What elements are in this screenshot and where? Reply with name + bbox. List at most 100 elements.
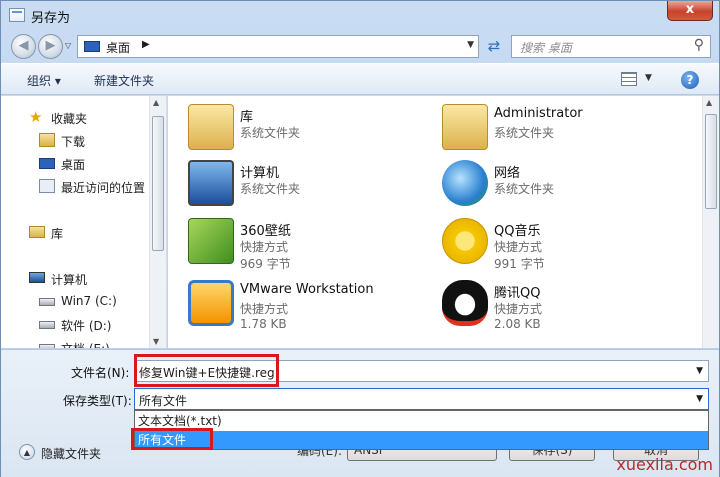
- file-name: 360壁纸: [240, 224, 291, 239]
- arrow-left-icon: ◀: [18, 38, 29, 53]
- file-item[interactable]: 网络 系统文件夹: [422, 156, 672, 212]
- file-type: 系统文件夹: [240, 126, 301, 140]
- nav-item-label: 计算机: [51, 273, 88, 287]
- nav-scroll-thumb[interactable]: [152, 116, 164, 251]
- help-icon[interactable]: ?: [681, 71, 699, 89]
- file-size: 1.78 KB: [240, 317, 287, 331]
- drive-icon: [39, 298, 55, 306]
- nav-scrollbar[interactable]: ▲ ▼: [149, 96, 166, 348]
- file-size: 991 字节: [494, 257, 545, 271]
- back-button[interactable]: ◀: [11, 34, 36, 59]
- filetype-value: 所有文件: [139, 394, 188, 408]
- file-type: 快捷方式: [240, 240, 289, 254]
- filename-label: 文件名(N):: [71, 366, 130, 380]
- filetype-label: 保存类型(T):: [63, 394, 132, 408]
- nav-item-label: 收藏夹: [51, 112, 88, 126]
- drive-icon: [39, 321, 55, 329]
- file-item[interactable]: Administrator 系统文件夹: [422, 100, 672, 156]
- forward-button[interactable]: ▶: [38, 34, 63, 59]
- file-type: 快捷方式: [494, 240, 543, 254]
- file-type: 系统文件夹: [240, 182, 301, 196]
- option-text-document[interactable]: 文本文档(*.txt): [135, 412, 708, 430]
- file-size: 969 字节: [240, 257, 291, 271]
- vmware-icon: [188, 280, 234, 326]
- file-type: 快捷方式: [240, 302, 289, 316]
- file-name: 腾讯QQ: [494, 286, 541, 301]
- hide-folders-label: 隐藏文件夹: [41, 447, 102, 461]
- nav-item-label: 桌面: [61, 158, 86, 172]
- star-icon: ★: [29, 108, 43, 126]
- download-folder-icon: [39, 133, 55, 147]
- file-name: 计算机: [240, 166, 280, 181]
- file-item[interactable]: QQ音乐 快捷方式 991 字节: [422, 214, 672, 271]
- filename-highlight-box: [134, 354, 279, 387]
- file-list-pane[interactable]: 库 系统文件夹 Administrator 系统文件夹 计算机 系统文件夹 网络…: [168, 96, 719, 348]
- nav-item-label: 库: [51, 227, 64, 241]
- search-placeholder: 搜索 桌面: [520, 41, 572, 55]
- address-row: ◀ ▶ ▽ 桌面 ▶ ▼ ⇄ 搜索 桌面 ⚲: [1, 31, 719, 61]
- library-icon: [29, 226, 45, 238]
- user-folder-icon: [442, 104, 488, 150]
- file-name: Administrator: [494, 106, 583, 121]
- nav-item-label: 最近访问的位置: [61, 181, 146, 195]
- option-highlight-box: [131, 428, 213, 450]
- computer-icon: [29, 272, 45, 283]
- scroll-down-icon[interactable]: ▼: [153, 337, 159, 346]
- view-options-icon[interactable]: [621, 72, 637, 86]
- file-scroll-thumb[interactable]: [705, 114, 717, 209]
- filetype-select[interactable]: 所有文件 ▼: [134, 388, 709, 410]
- refresh-button[interactable]: ⇄: [483, 35, 505, 58]
- file-name: QQ音乐: [494, 224, 541, 239]
- notepad-icon: [9, 8, 25, 22]
- save-form: 文件名(N): 修复Win键+E快捷键.reg ▼ 保存类型(T): 所有文件 …: [1, 349, 719, 477]
- command-toolbar: 组织 ▾ 新建文件夹 ▼ ?: [1, 63, 719, 95]
- file-size: 2.08 KB: [494, 317, 541, 331]
- nav-item-label: 软件 (D:): [61, 319, 112, 333]
- file-type: 系统文件夹: [494, 126, 555, 140]
- filetype-dropdown-icon[interactable]: ▼: [696, 394, 703, 404]
- file-name: VMware Workstation: [240, 282, 374, 297]
- qq-music-icon: [442, 218, 488, 264]
- desktop-icon: [84, 41, 100, 52]
- file-name: 网络: [494, 166, 521, 181]
- new-folder-button[interactable]: 新建文件夹: [94, 72, 154, 89]
- view-dropdown-icon[interactable]: ▼: [645, 73, 652, 83]
- scroll-up-icon[interactable]: ▲: [706, 98, 712, 107]
- recent-pages-dropdown[interactable]: ▽: [65, 41, 71, 50]
- filetype-dropdown-list[interactable]: 文本文档(*.txt) 所有文件: [134, 410, 709, 450]
- arrow-right-icon: ▶: [45, 38, 56, 53]
- computer-icon: [188, 160, 234, 206]
- file-type: 系统文件夹: [494, 182, 555, 196]
- file-item[interactable]: 计算机 系统文件夹: [168, 156, 418, 212]
- refresh-icon: ⇄: [487, 37, 501, 55]
- file-item[interactable]: 腾讯QQ 快捷方式 2.08 KB: [422, 276, 672, 332]
- watermark-text: xuexila.com: [616, 455, 713, 474]
- desktop-icon: [39, 158, 55, 169]
- search-input[interactable]: 搜索 桌面 ⚲: [511, 35, 711, 58]
- option-all-files[interactable]: 所有文件: [135, 431, 708, 449]
- close-button[interactable]: x: [667, 1, 713, 21]
- organize-button[interactable]: 组织 ▾: [27, 72, 61, 89]
- title-bar[interactable]: 另存为 x: [1, 1, 719, 31]
- filename-dropdown-icon[interactable]: ▼: [696, 366, 703, 376]
- address-location[interactable]: 桌面: [106, 39, 130, 56]
- file-item[interactable]: VMware Workstation 快捷方式 1.78 KB: [168, 276, 418, 332]
- save-as-dialog: 另存为 x ◀ ▶ ▽ 桌面 ▶ ▼ ⇄ 搜索 桌面 ⚲ 组织 ▾ 新建文件夹 …: [0, 0, 720, 477]
- file-name: 库: [240, 110, 254, 125]
- file-list-scrollbar[interactable]: ▲: [702, 96, 719, 348]
- file-item[interactable]: 360壁纸 快捷方式 969 字节: [168, 214, 418, 271]
- breadcrumb-chevron-icon[interactable]: ▶: [142, 39, 150, 50]
- wallpaper-app-icon: [188, 218, 234, 264]
- nav-item-label: Win7 (C:): [61, 294, 117, 308]
- file-type: 快捷方式: [494, 302, 543, 316]
- scroll-up-icon[interactable]: ▲: [153, 98, 159, 107]
- file-item[interactable]: 库 系统文件夹: [168, 100, 418, 156]
- library-folder-icon: [188, 104, 234, 150]
- nav-item-label: 下载: [61, 135, 86, 149]
- navigation-pane[interactable]: ★ 收藏夹 下载 桌面 最近访问的位置 库 计算机 Win7 (C:) 软件 (…: [1, 96, 167, 348]
- search-icon[interactable]: ⚲: [694, 37, 704, 53]
- address-dropdown-icon[interactable]: ▼: [467, 40, 474, 50]
- drive-icon: [39, 344, 55, 348]
- qq-penguin-icon: [442, 280, 488, 326]
- address-bar[interactable]: 桌面 ▶ ▼: [77, 35, 479, 58]
